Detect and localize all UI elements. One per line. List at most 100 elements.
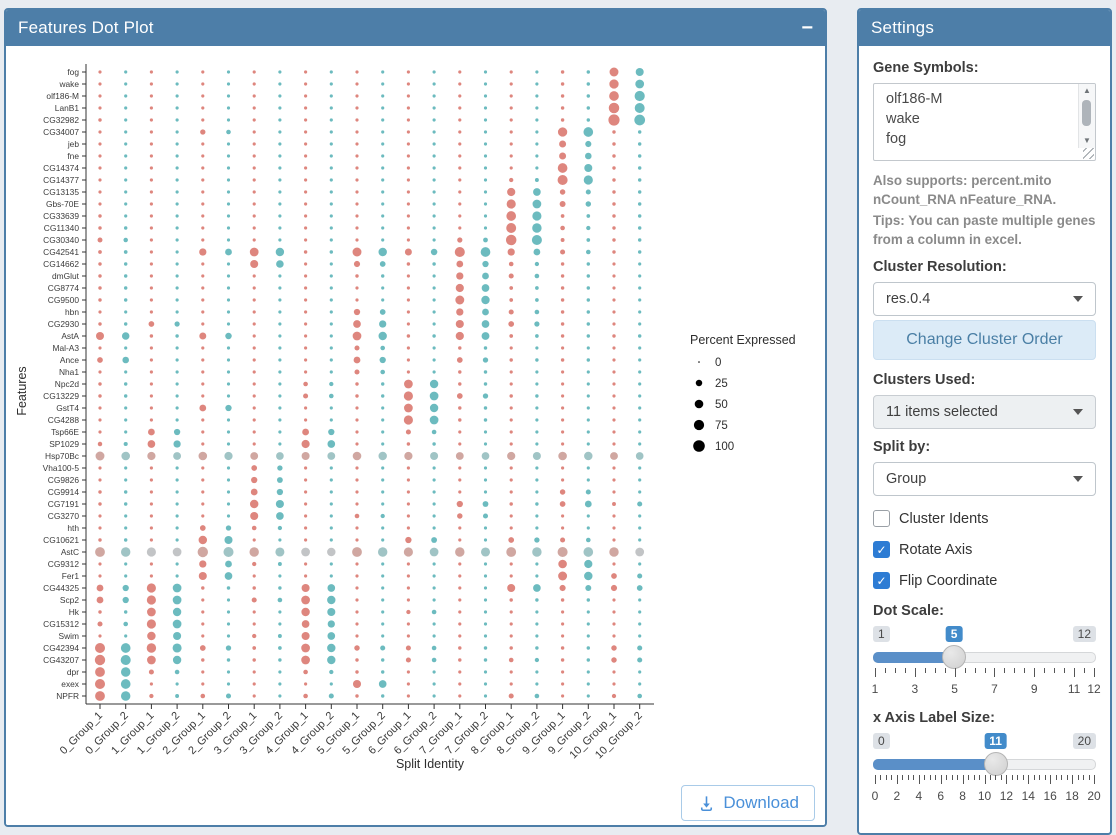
svg-text:exex: exex — [61, 679, 80, 689]
slider-tick-label: 1 — [872, 682, 879, 696]
slider-tick-label: 3 — [911, 682, 918, 696]
svg-text:25: 25 — [715, 378, 728, 390]
split-by-select[interactable]: Group — [873, 462, 1096, 496]
svg-text:hth: hth — [67, 523, 79, 533]
svg-text:LanB1: LanB1 — [55, 103, 80, 113]
plot-panel-header: Features Dot Plot − — [6, 10, 825, 46]
checkbox-cluster-idents[interactable]: Cluster Idents — [873, 510, 1096, 527]
slider-tick-label: 18 — [1065, 789, 1078, 803]
checkbox-rotate-axis[interactable]: ✓ Rotate Axis — [873, 541, 1096, 558]
svg-text:CG14374: CG14374 — [43, 163, 79, 173]
slider-tick-label: 9 — [1031, 682, 1038, 696]
svg-text:Swim: Swim — [59, 631, 79, 641]
resize-grip-icon[interactable] — [1083, 148, 1094, 159]
scroll-up-icon[interactable]: ▲ — [1079, 85, 1095, 97]
slider-tick-label: 12 — [1087, 682, 1100, 696]
slider-handle[interactable] — [942, 645, 966, 669]
svg-text:jeb: jeb — [67, 139, 80, 149]
svg-text:Fer1: Fer1 — [62, 571, 80, 581]
settings-panel-header: Settings — [859, 10, 1110, 46]
settings-panel: Settings Gene Symbols: olf186-M wake fog… — [857, 8, 1112, 835]
slider-tick-label: 2 — [894, 789, 901, 803]
slider-value-badge: 5 — [946, 626, 963, 642]
features-dot-plot-panel: Features Dot Plot − fog wake olf186-M LanB1… — [4, 8, 827, 827]
gene-symbols-input[interactable]: olf186-M wake fog ▲ ▼ — [873, 83, 1096, 161]
slider-min-badge: 1 — [873, 626, 890, 642]
slider-handle[interactable] — [984, 752, 1008, 776]
svg-text:CG30340: CG30340 — [43, 235, 79, 245]
slider-tick-labels: 135791112 — [875, 682, 1094, 696]
svg-text:Mal-A3: Mal-A3 — [52, 343, 79, 353]
checkbox-label: Cluster Idents — [899, 511, 988, 527]
svg-text:CG34007: CG34007 — [43, 127, 79, 137]
settings-panel-title: Settings — [871, 18, 934, 38]
slider-max-badge: 12 — [1073, 626, 1096, 642]
slider-tick-label: 5 — [951, 682, 958, 696]
svg-text:CG15312: CG15312 — [43, 619, 79, 629]
slider-tick-label: 7 — [991, 682, 998, 696]
svg-text:Nha1: Nha1 — [59, 367, 79, 377]
svg-text:wake: wake — [58, 79, 79, 89]
svg-text:CG42541: CG42541 — [43, 247, 79, 257]
gene-symbols-scrollbar[interactable]: ▲ ▼ — [1078, 84, 1095, 148]
chevron-down-icon — [1073, 296, 1083, 302]
chevron-down-icon — [1073, 409, 1083, 415]
dots-grid — [95, 68, 645, 701]
svg-text:75: 75 — [715, 420, 728, 432]
svg-text:CG2930: CG2930 — [48, 319, 80, 329]
dot-scale-label: Dot Scale: — [873, 603, 1096, 619]
dot-scale-slider[interactable]: 1 12 5 135791112 — [873, 626, 1096, 700]
slider-tick-label: 8 — [959, 789, 966, 803]
svg-text:CG32982: CG32982 — [43, 115, 79, 125]
axis-titles: FeaturesSplit Identity — [15, 366, 465, 771]
checkbox-flip-coordinate[interactable]: ✓ Flip Coordinate — [873, 572, 1096, 589]
svg-text:CG14377: CG14377 — [43, 175, 79, 185]
svg-text:Vha100-5: Vha100-5 — [43, 463, 80, 473]
split-by-value: Group — [886, 471, 926, 487]
svg-text:CG14662: CG14662 — [43, 259, 79, 269]
svg-text:SP1029: SP1029 — [49, 439, 79, 449]
minimize-icon[interactable]: − — [801, 18, 813, 38]
svg-text:olf186-M: olf186-M — [46, 91, 79, 101]
svg-text:CG9914: CG9914 — [48, 487, 80, 497]
plot-axes — [86, 64, 654, 704]
svg-text:fne: fne — [67, 151, 79, 161]
svg-text:CG44325: CG44325 — [43, 583, 79, 593]
scroll-down-icon[interactable]: ▼ — [1079, 135, 1095, 147]
svg-text:CG42394: CG42394 — [43, 643, 79, 653]
scrollbar-thumb[interactable] — [1082, 100, 1091, 126]
slider-tick-label: 12 — [1000, 789, 1013, 803]
cluster-resolution-select[interactable]: res.0.4 — [873, 282, 1096, 316]
x-axis-label-size-slider[interactable]: 0 20 11 02468101214161820 — [873, 733, 1096, 807]
svg-text:AstC: AstC — [61, 547, 79, 557]
slider-tick-label: 10 — [978, 789, 991, 803]
slider-value-badge: 11 — [984, 733, 1007, 749]
svg-text:GstT4: GstT4 — [56, 403, 79, 413]
gene-symbols-value[interactable]: olf186-M wake fog — [874, 89, 1078, 149]
checkbox-box[interactable]: ✓ — [873, 541, 890, 558]
download-button[interactable]: Download — [681, 785, 815, 821]
slider-max-badge: 20 — [1073, 733, 1096, 749]
checkbox-box[interactable] — [873, 510, 890, 527]
gene-symbols-help: Also supports: percent.mito nCount_RNA n… — [873, 171, 1096, 249]
cluster-resolution-value: res.0.4 — [886, 291, 930, 307]
cluster-resolution-label: Cluster Resolution: — [873, 259, 1096, 275]
svg-text:CG10621: CG10621 — [43, 535, 79, 545]
page: Features Dot Plot − fog wake olf186-M LanB1… — [0, 0, 1116, 835]
dot-plot-canvas: fog wake olf186-M LanB1 CG32982 CG34007 jeb fne… — [6, 46, 825, 827]
svg-text:fog: fog — [67, 67, 79, 77]
svg-text:CG4288: CG4288 — [48, 415, 80, 425]
slider-tick-label: 20 — [1087, 789, 1100, 803]
checkbox-label: Flip Coordinate — [899, 573, 997, 589]
clusters-used-select[interactable]: 11 items selected — [873, 395, 1096, 429]
change-cluster-order-button[interactable]: Change Cluster Order — [873, 320, 1096, 360]
svg-text:CG9500: CG9500 — [48, 295, 80, 305]
svg-text:Hsp70Bc: Hsp70Bc — [45, 451, 79, 461]
checkbox-box[interactable]: ✓ — [873, 572, 890, 589]
svg-text:Split Identity: Split Identity — [396, 757, 465, 771]
svg-text:CG3270: CG3270 — [48, 511, 80, 521]
slider-tick-label: 11 — [1068, 682, 1080, 696]
plot-panel-title: Features Dot Plot — [18, 18, 154, 38]
help-line-1: Also supports: percent.mito nCount_RNA n… — [873, 171, 1096, 209]
slider-min-badge: 0 — [873, 733, 890, 749]
